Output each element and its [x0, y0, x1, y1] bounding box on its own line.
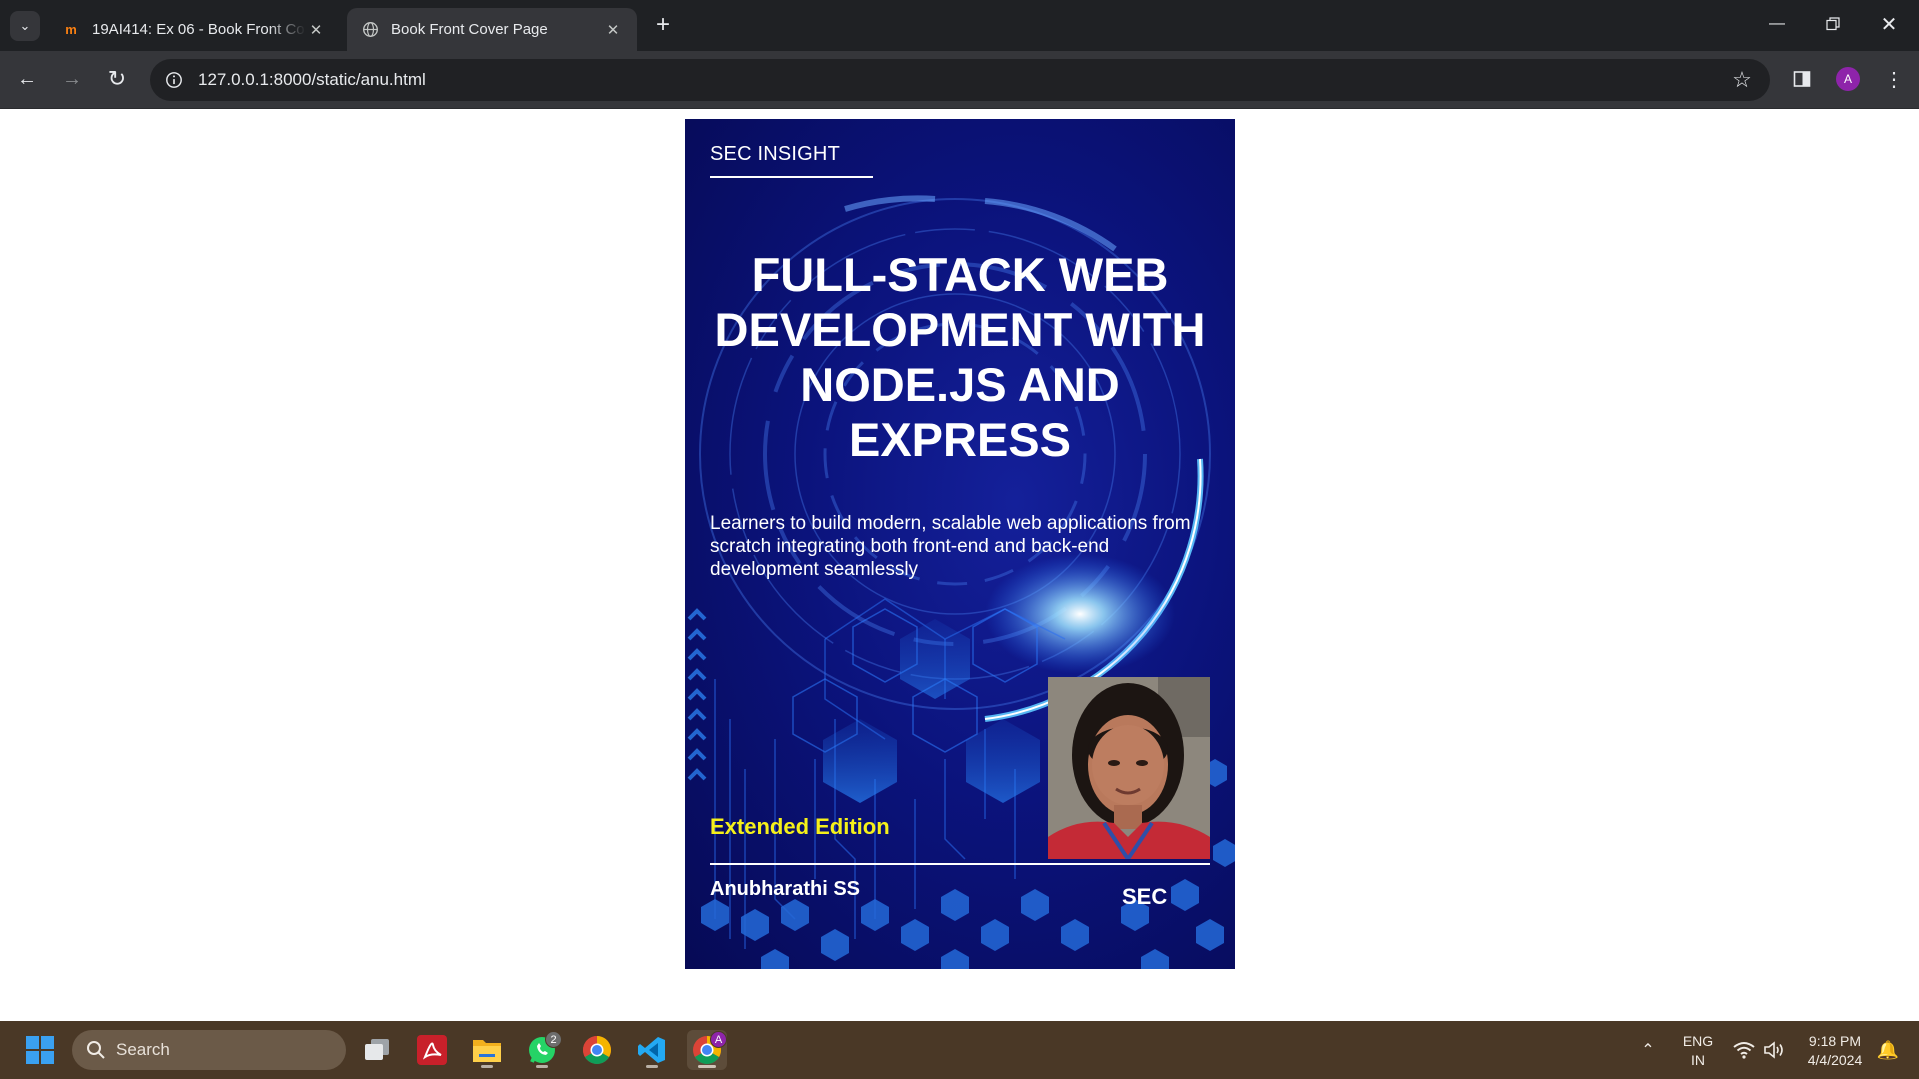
browser-toolbar: ← → ↻ 127.0.0.1:8000/static/anu.html ☆ A… — [0, 51, 1919, 109]
url-text[interactable]: 127.0.0.1:8000/static/anu.html — [198, 70, 426, 90]
taskbar-search[interactable]: Search — [72, 1030, 346, 1070]
menu-button[interactable]: ⋮ — [1878, 63, 1910, 95]
wifi-icon — [1733, 1042, 1755, 1059]
whatsapp-app[interactable]: 2 — [522, 1030, 562, 1070]
search-label: Search — [116, 1040, 170, 1059]
chrome-app[interactable] — [577, 1030, 617, 1070]
running-indicator — [481, 1065, 493, 1068]
folder-icon — [473, 1040, 501, 1062]
reload-icon: ↻ — [107, 66, 127, 91]
tab-search-button[interactable]: ⌄ — [10, 11, 40, 41]
acrobat-icon — [417, 1035, 447, 1065]
bookmark-star-icon[interactable]: ☆ — [1728, 66, 1756, 94]
browser-tab-strip: ⌄ m 19AI414: Ex 06 - Book Front Co ✕ Boo… — [0, 0, 1919, 51]
chevron-up-icon: ⌃ — [1641, 1042, 1655, 1059]
close-icon: ✕ — [1880, 13, 1898, 36]
restore-icon — [1826, 17, 1840, 31]
restore-button[interactable] — [1807, 4, 1859, 44]
close-window-button[interactable]: ✕ — [1863, 4, 1915, 44]
back-button[interactable]: ← — [11, 63, 43, 95]
task-view-icon — [365, 1039, 389, 1060]
edition-label: Extended Edition — [710, 814, 890, 839]
language-region: IN — [1691, 1052, 1705, 1068]
imprint-label: SEC — [1122, 884, 1168, 909]
task-view-button[interactable] — [357, 1030, 397, 1070]
language-code: ENG — [1682, 1033, 1714, 1049]
author-photo — [1048, 677, 1210, 859]
show-hidden-icons-button[interactable]: ⌃ — [1628, 1030, 1668, 1070]
vscode-app[interactable] — [632, 1030, 672, 1070]
clock-time: 9:18 PM — [1808, 1033, 1862, 1049]
tab-title: Book Front Cover Page — [391, 21, 548, 38]
profile-button[interactable]: A — [1832, 63, 1864, 95]
site-info-icon[interactable] — [160, 66, 188, 94]
forward-button[interactable]: → — [56, 63, 88, 95]
bell-icon: 🔔 — [1876, 1039, 1900, 1060]
speaker-icon — [1764, 1041, 1783, 1059]
language-indicator[interactable]: ENG IN — [1682, 1032, 1714, 1070]
notifications-button[interactable]: 🔔 — [1868, 1030, 1908, 1070]
close-icon[interactable]: ✕ — [603, 20, 623, 40]
arrow-right-icon: → — [62, 67, 82, 90]
side-panel-button[interactable] — [1786, 63, 1818, 95]
arrow-left-icon: ← — [17, 67, 37, 90]
active-indicator — [698, 1065, 716, 1068]
notification-badge: 2 — [545, 1031, 562, 1048]
publisher-underline — [710, 176, 873, 178]
minimize-button[interactable]: — — [1751, 4, 1803, 44]
avatar: A — [1836, 67, 1860, 91]
windows-taskbar: Search 2 A ⌃ ENG IN 9:18 PM 4/4/2024 🔔 — [0, 1021, 1919, 1079]
file-explorer-app[interactable] — [467, 1030, 507, 1070]
reload-button[interactable]: ↻ — [101, 63, 133, 95]
running-indicator — [536, 1065, 548, 1068]
chevron-down-icon: ⌄ — [19, 18, 31, 33]
new-tab-button[interactable]: + — [648, 10, 678, 40]
page-viewport: SEC INSIGHT FULL-STACK WEB DEVELOPMENT W… — [0, 109, 1919, 1021]
profile-badge: A — [710, 1031, 727, 1048]
side-panel-icon — [1793, 71, 1811, 87]
vscode-icon — [638, 1037, 665, 1063]
search-icon — [87, 1041, 105, 1059]
clock-date: 4/4/2024 — [1807, 1052, 1863, 1068]
tab-book-cover[interactable]: Book Front Cover Page ✕ — [347, 8, 637, 51]
close-icon[interactable]: ✕ — [306, 20, 326, 40]
plus-icon: + — [655, 11, 670, 38]
chrome-icon — [583, 1036, 611, 1064]
chrome-profile-app[interactable]: A — [687, 1030, 727, 1070]
book-description: Learners to build modern, scalable web a… — [710, 513, 1191, 580]
author-divider — [710, 863, 1210, 865]
tab-title: 19AI414: Ex 06 - Book Front Co — [92, 21, 305, 38]
author-name: Anubharathi SS — [710, 878, 861, 900]
author-portrait-image — [1048, 677, 1210, 859]
clock[interactable]: 9:18 PM 4/4/2024 — [1798, 1032, 1872, 1070]
book-title: FULL-STACK WEB DEVELOPMENT WITH NODE.JS … — [714, 248, 1206, 466]
globe-icon — [361, 21, 379, 39]
volume-button[interactable] — [1754, 1030, 1794, 1070]
moodle-icon: m — [65, 22, 77, 37]
windows-logo-icon — [26, 1036, 54, 1064]
minimize-icon: — — [1769, 15, 1785, 32]
book-cover: SEC INSIGHT FULL-STACK WEB DEVELOPMENT W… — [685, 119, 1235, 969]
running-indicator — [646, 1065, 658, 1068]
acrobat-app[interactable] — [412, 1030, 452, 1070]
publisher-label: SEC INSIGHT — [710, 143, 840, 165]
start-button[interactable] — [20, 1030, 60, 1070]
kebab-menu-icon: ⋮ — [1884, 68, 1904, 91]
tab-moodle[interactable]: m 19AI414: Ex 06 - Book Front Co ✕ — [48, 8, 340, 51]
address-bar[interactable]: 127.0.0.1:8000/static/anu.html ☆ — [150, 59, 1770, 101]
